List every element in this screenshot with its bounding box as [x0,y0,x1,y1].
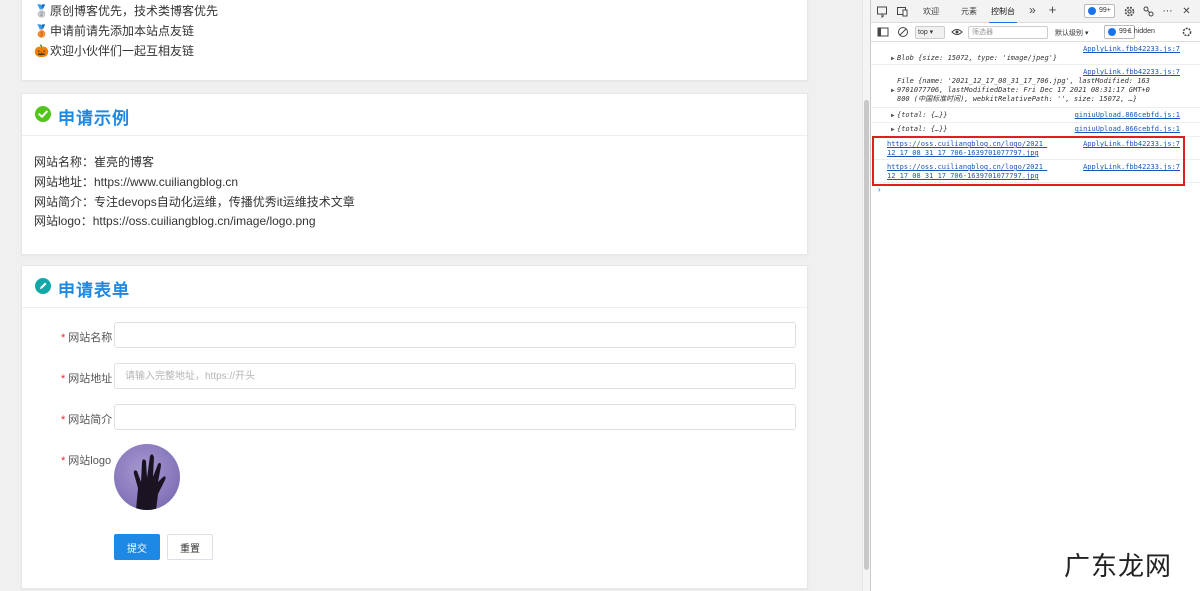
devtools-panel: 欢迎 元素 控制台 » + 99+ ⋯ ✕ top ▾ 筛选器 默认级别 ▾ 9… [870,0,1200,591]
source-link[interactable]: ApplyLink.fbb42233.js:7 [1083,45,1180,53]
example-line: 网站logo：https://oss.cuiliangblog.cn/image… [34,214,316,228]
site-intro-input[interactable] [114,404,796,430]
notice-item: 🎃 欢迎小伙伴们一起互相友链 [34,42,194,59]
example-header: 申请示例 [22,94,807,136]
expand-arrow-icon[interactable]: ▶ [891,87,895,94]
form-header: 申请表单 [22,266,807,308]
tab-welcome[interactable]: 欢迎 [923,6,939,17]
console-prompt[interactable]: › [878,185,881,194]
context-select[interactable]: top ▾ [915,26,945,39]
gear-icon[interactable] [1180,26,1193,39]
logo-preview[interactable] [114,444,180,510]
device-toggle-icon[interactable] [896,5,909,18]
example-title: 申请示例 [58,109,130,128]
devtools-tabbar: 欢迎 元素 控制台 » + 99+ ⋯ ✕ [871,0,1200,24]
example-line: 网站名称：崔亮的博客 [34,155,155,169]
filter-input[interactable]: 筛选器 [968,26,1048,39]
hidden-count: 1 hidden [1128,28,1155,35]
medal-icon: 🥉 [34,23,49,38]
highlight-box [872,136,1185,186]
expand-arrow-icon[interactable]: ▶ [891,112,895,119]
tab-console[interactable]: 控制台 [989,6,1017,24]
watermark: 广东龙网 [1064,552,1173,582]
example-line: 网站简介：专注devops自动化运维，传播优秀it运维技术文章 [34,195,355,209]
submit-button[interactable]: 提交 [114,534,160,560]
tab-elements[interactable]: 元素 [961,6,977,17]
edit-icon [35,278,51,294]
eye-icon[interactable] [950,26,963,39]
notice-item: 🥉 申请前请先添加本站点友链 [34,22,194,39]
expand-arrow-icon[interactable]: ▶ [891,55,895,62]
log-text: 9701077706, lastModifiedDate: Fri Dec 17… [897,86,1150,94]
notice-text: 申请前请先添加本站点友链 [50,24,195,38]
site-url-input[interactable] [114,363,796,389]
expand-arrow-icon[interactable]: ▶ [891,126,895,133]
console-message: qiniuUpload.866cebfd.js:1 ▶ {total: {…}} [871,109,1200,123]
inspect-icon[interactable] [876,5,889,18]
sidebar-toggle-icon[interactable] [876,26,889,39]
more-options-icon[interactable]: ⋯ [1161,5,1174,18]
source-link[interactable]: ApplyLink.fbb42233.js:7 [1083,68,1180,76]
notice-text: 原创博客优先，技术类博客优先 [50,4,219,18]
console-toolbar: top ▾ 筛选器 默认级别 ▾ 99+ 1 hidden [871,23,1200,42]
share-icon[interactable] [1142,5,1155,18]
log-levels-dropdown[interactable]: 默认级别 ▾ [1055,28,1088,38]
form-title: 申请表单 [58,281,130,300]
gear-icon[interactable] [1123,5,1136,18]
message-icon [1088,7,1096,15]
example-line: 网站地址：https://www.cuiliangblog.cn [34,175,239,189]
console-message: qiniuUpload.866cebfd.js:1 ▶ {total: {…}} [871,123,1200,137]
console-message: ApplyLink.fbb42233.js:7 ▶ File {name: '2… [871,66,1200,108]
log-text: File {name: '2021_12_17_08_31_17_706.jpg… [897,77,1150,85]
notice-text: 欢迎小伙伴们一起互相友链 [50,44,195,58]
more-tabs-icon[interactable]: » [1026,4,1039,17]
log-text: 800 (中国标准时间), webkitRelativePath: '', si… [897,95,1138,103]
add-tab-icon[interactable]: + [1046,3,1059,16]
example-card: 申请示例 网站名称：崔亮的博客 网站地址：https://www.cuilian… [21,93,808,255]
scrollbar-thumb[interactable] [864,100,869,570]
hand-image [133,454,166,510]
console-message: ApplyLink.fbb42233.js:7 ▶ Blob {size: 15… [871,43,1200,65]
apply-form-card: 申请表单 *网站名称 *网站地址 *网站简介 *网站logo 提交 重置 [21,265,808,589]
pumpkin-icon: 🎃 [34,43,49,58]
page-scrollbar[interactable] [862,0,870,591]
site-name-input[interactable] [114,322,796,348]
notice-item: 🥈 原创博客优先，技术类博客优先 [34,2,218,19]
reset-button[interactable]: 重置 [167,534,213,560]
medal-icon: 🥈 [34,3,49,18]
message-icon [1108,28,1116,36]
log-text: Blob {size: 15072, type: 'image/jpeg'} [897,54,1058,62]
web-page: 🥈 原创博客优先，技术类博客优先 🥉 申请前请先添加本站点友链 🎃 欢迎小伙伴们… [0,0,862,591]
clear-console-icon[interactable] [896,26,909,39]
check-circle-icon [35,106,51,122]
source-link[interactable]: qiniuUpload.866cebfd.js:1 [1075,111,1180,119]
close-icon[interactable]: ✕ [1180,5,1193,18]
log-text: {total: {…}} [897,125,948,133]
issues-badge[interactable]: 99+ [1084,4,1115,18]
notice-card: 🥈 原创博客优先，技术类博客优先 🥉 申请前请先添加本站点友链 🎃 欢迎小伙伴们… [21,0,808,81]
log-text: {total: {…}} [897,111,948,119]
source-link[interactable]: qiniuUpload.866cebfd.js:1 [1075,125,1180,133]
